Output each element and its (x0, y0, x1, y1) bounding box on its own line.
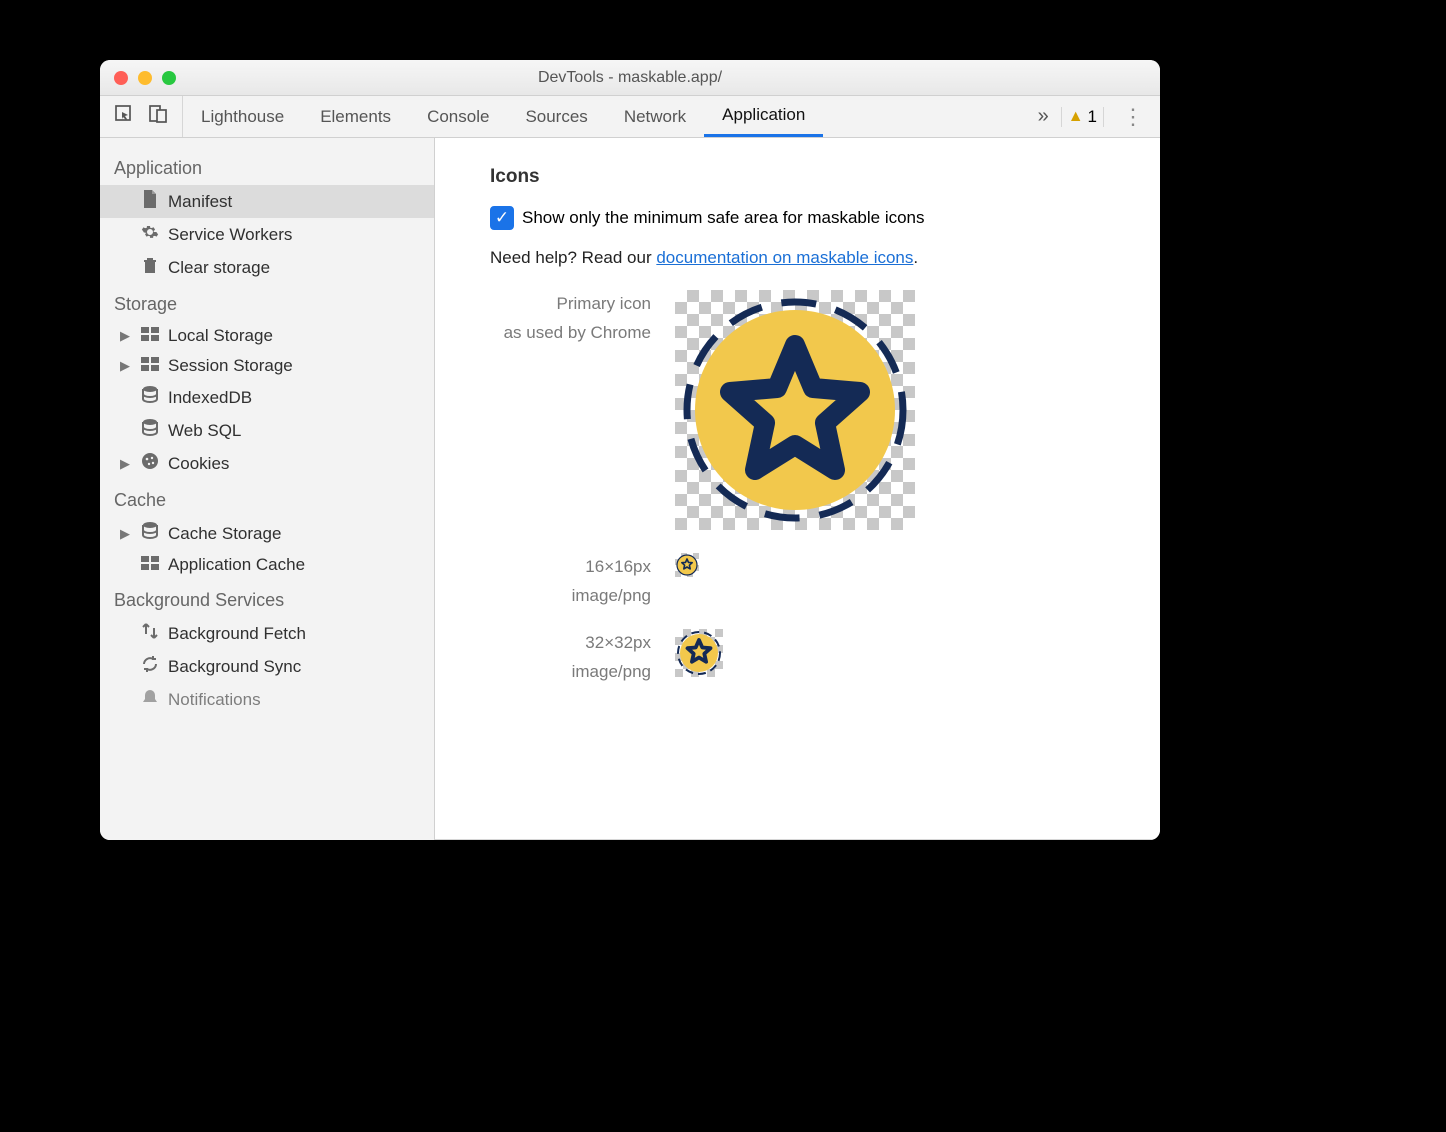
star-icon (675, 553, 699, 577)
sidebar-item-label: Application Cache (168, 555, 305, 575)
sidebar-section-cache: Cache (100, 480, 434, 517)
inspect-icon[interactable] (114, 104, 134, 129)
sidebar-item-label: Notifications (168, 690, 261, 710)
bell-icon (140, 688, 160, 711)
cookie-icon (140, 452, 160, 475)
icon-32-preview (675, 629, 723, 682)
sidebar-item-cookies[interactable]: ▶ Cookies (100, 447, 434, 480)
sidebar-section-storage: Storage (100, 284, 434, 321)
sidebar-item-service-workers[interactable]: ▶ Service Workers (100, 218, 434, 251)
sidebar-item-background-sync[interactable]: ▶ Background Sync (100, 650, 434, 683)
sidebar-item-manifest[interactable]: ▶ Manifest (100, 185, 434, 218)
sidebar-item-label: Background Sync (168, 657, 301, 677)
sidebar-item-label: Manifest (168, 192, 232, 212)
sidebar-item-label: Web SQL (168, 421, 241, 441)
warning-count: 1 (1088, 107, 1097, 127)
gear-icon (140, 223, 160, 246)
sidebar-item-background-fetch[interactable]: ▶ Background Fetch (100, 617, 434, 650)
sidebar-item-label: Clear storage (168, 258, 270, 278)
chevron-right-icon: ▶ (120, 456, 132, 472)
sidebar-item-label: Local Storage (168, 326, 273, 346)
table-icon (140, 555, 160, 575)
sidebar-item-notifications[interactable]: ▶ Notifications (100, 683, 434, 716)
tab-sources[interactable]: Sources (507, 96, 605, 137)
sidebar-item-label: Service Workers (168, 225, 292, 245)
help-text: Need help? Read our documentation on mas… (435, 248, 1160, 290)
tab-network[interactable]: Network (606, 96, 704, 137)
devtools-window: DevTools - maskable.app/ Lighthouse Elem… (100, 60, 1160, 840)
sidebar-item-session-storage[interactable]: ▶ Session Storage (100, 351, 434, 381)
docs-link[interactable]: documentation on maskable icons (656, 248, 913, 267)
sidebar-item-indexeddb[interactable]: ▶ IndexedDB (100, 381, 434, 414)
window-title: DevTools - maskable.app/ (100, 69, 1160, 87)
sidebar-item-label: Session Storage (168, 356, 293, 376)
device-icon[interactable] (148, 104, 168, 129)
transfer-icon (140, 622, 160, 645)
trash-icon (140, 256, 160, 279)
database-icon (140, 386, 160, 409)
sidebar-item-clear-storage[interactable]: ▶ Clear storage (100, 251, 434, 284)
tab-strip: Lighthouse Elements Console Sources Netw… (183, 96, 1028, 137)
toolbar: Lighthouse Elements Console Sources Netw… (100, 96, 1160, 138)
checkbox-label: Show only the minimum safe area for mask… (522, 208, 925, 228)
sidebar: Application ▶ Manifest ▶ Service Workers… (100, 138, 435, 840)
tab-console[interactable]: Console (409, 96, 507, 137)
sidebar-item-label: Cache Storage (168, 524, 281, 544)
sidebar-item-application-cache[interactable]: ▶ Application Cache (100, 550, 434, 580)
chevron-right-icon: ▶ (120, 328, 132, 344)
maskable-star-icon (675, 290, 915, 530)
safe-area-checkbox[interactable]: ✓ (490, 206, 514, 230)
icon-32-label: 32×32px image/png (435, 629, 675, 687)
warnings-badge[interactable]: ▲ 1 (1061, 107, 1104, 127)
primary-icon-label: Primary icon as used by Chrome (435, 290, 675, 348)
primary-icon-preview (675, 290, 915, 535)
warning-icon: ▲ (1068, 108, 1084, 126)
sidebar-item-label: Background Fetch (168, 624, 306, 644)
star-icon (675, 629, 723, 677)
traffic-lights (114, 71, 176, 85)
database-icon (140, 522, 160, 545)
sidebar-item-label: IndexedDB (168, 388, 252, 408)
kebab-menu-icon[interactable]: ⋮ (1116, 104, 1150, 130)
maximize-icon[interactable] (162, 71, 176, 85)
tab-lighthouse[interactable]: Lighthouse (183, 96, 302, 137)
table-icon (140, 356, 160, 376)
chevron-right-icon: ▶ (120, 526, 132, 542)
titlebar: DevTools - maskable.app/ (100, 60, 1160, 96)
sidebar-item-websql[interactable]: ▶ Web SQL (100, 414, 434, 447)
sync-icon (140, 655, 160, 678)
tab-elements[interactable]: Elements (302, 96, 409, 137)
table-icon (140, 326, 160, 346)
icon-16-label: 16×16px image/png (435, 553, 675, 611)
sidebar-item-local-storage[interactable]: ▶ Local Storage (100, 321, 434, 351)
minimize-icon[interactable] (138, 71, 152, 85)
database-icon (140, 419, 160, 442)
file-icon (140, 190, 160, 213)
sidebar-item-label: Cookies (168, 454, 229, 474)
close-icon[interactable] (114, 71, 128, 85)
sidebar-section-application: Application (100, 148, 434, 185)
tab-application[interactable]: Application (704, 96, 823, 137)
icon-16-preview (675, 553, 699, 582)
main-panel: Icons ✓ Show only the minimum safe area … (435, 138, 1160, 840)
expand-tabs-icon[interactable]: » (1038, 105, 1049, 128)
sidebar-item-cache-storage[interactable]: ▶ Cache Storage (100, 517, 434, 550)
section-title-icons: Icons (435, 166, 1160, 206)
chevron-right-icon: ▶ (120, 358, 132, 374)
sidebar-section-background: Background Services (100, 580, 434, 617)
